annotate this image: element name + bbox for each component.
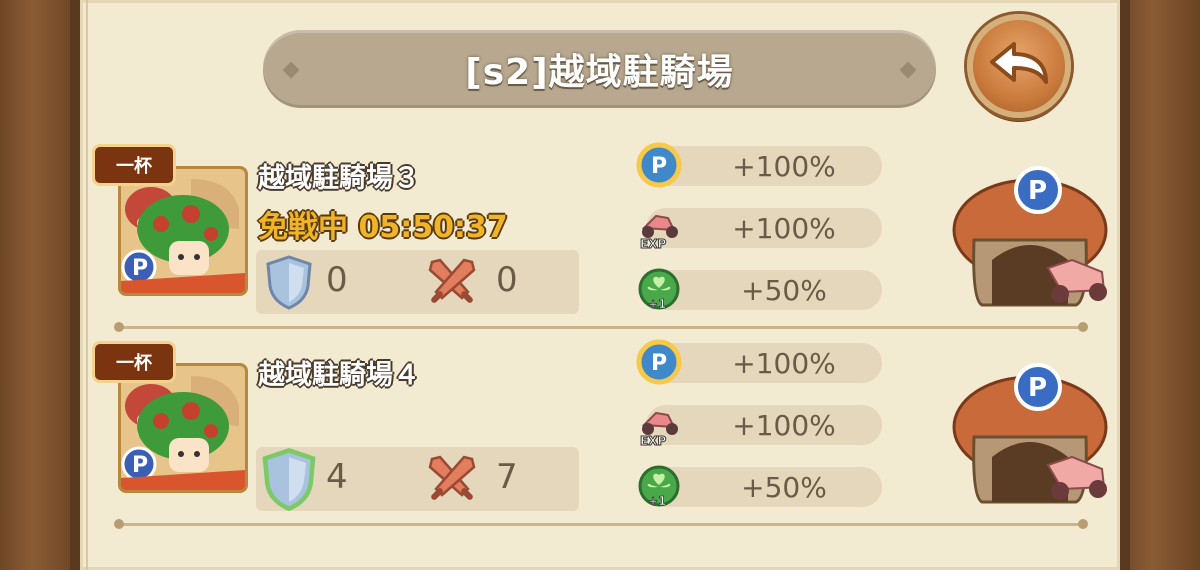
row-divider <box>114 519 1088 529</box>
crossed-swords-icon <box>428 455 476 500</box>
p-coin-icon: P <box>636 339 682 385</box>
defense-count: 0 <box>326 260 348 300</box>
exp-scooter-icon: EXP <box>640 214 678 252</box>
title-diamond-right <box>899 61 917 79</box>
rank-badge: 一杯 <box>92 144 176 186</box>
svg-text:EXP: EXP <box>640 434 666 448</box>
title-bar: [s2]越域駐騎場 <box>263 30 936 108</box>
shield-icon <box>262 448 316 511</box>
bonus-value: +100% <box>732 408 836 442</box>
bonus-value: +100% <box>732 346 836 380</box>
bonus-clover: +1 +50% <box>638 268 882 311</box>
back-button[interactable] <box>967 14 1071 118</box>
attack-count: 7 <box>496 457 518 497</box>
bonus-value: +100% <box>732 149 836 183</box>
right-wood-frame <box>1120 0 1200 570</box>
defense-count: 4 <box>326 457 348 497</box>
parking-panel: [s2]越域駐騎場 一杯 P 越域駐騎場３ 免戦中 05:50:37 0 0 P… <box>80 0 1120 570</box>
page-title: [s2]越域駐騎場 <box>465 52 734 93</box>
svg-text:+1: +1 <box>648 494 666 508</box>
svg-text:P: P <box>132 453 148 478</box>
svg-text:P: P <box>132 256 148 281</box>
parking-name: 越域駐騎場３ <box>258 163 420 194</box>
svg-text:P: P <box>1028 176 1047 206</box>
shield-icon <box>266 255 312 310</box>
left-wood-frame <box>0 0 80 570</box>
svg-text:P: P <box>651 351 667 376</box>
exp-scooter-icon: EXP <box>640 411 678 449</box>
stats-box: 0 0 <box>256 250 579 314</box>
attack-count: 0 <box>496 260 518 300</box>
clover-plus-one-icon: +1 <box>638 465 680 508</box>
bonus-value: +50% <box>741 273 827 307</box>
bonus-exp: EXP +100% <box>640 405 882 449</box>
parking-row-1[interactable]: 一杯 P 越域駐騎場３ 免戦中 05:50:37 0 0 P +100% EXP… <box>80 140 1120 332</box>
parking-row-2[interactable]: 一杯 P 越域駐騎場４ 4 7 P +100% EXP +100% +1 +50… <box>80 337 1120 529</box>
row-divider <box>114 322 1088 332</box>
svg-text:+1: +1 <box>648 297 666 311</box>
title-diamond-left <box>282 61 300 79</box>
mushroom-garage-icon: P <box>952 363 1108 504</box>
parking-name: 越域駐騎場４ <box>258 360 420 391</box>
svg-text:P: P <box>1028 373 1047 403</box>
bonus-value: +100% <box>732 211 836 245</box>
clover-plus-one-icon: +1 <box>638 268 680 311</box>
bonus-coin: P +100% <box>636 339 882 385</box>
p-coin-icon: P <box>636 142 682 188</box>
bonus-coin: P +100% <box>636 142 882 188</box>
svg-text:EXP: EXP <box>640 237 666 251</box>
bonus-exp: EXP +100% <box>640 208 882 252</box>
stats-box: 4 7 <box>256 447 579 511</box>
mushroom-garage-icon: P <box>952 166 1108 307</box>
back-arrow-icon <box>990 42 1048 84</box>
protection-timer: 免戦中 05:50:37 <box>258 210 508 245</box>
bonus-value: +50% <box>741 470 827 504</box>
bonus-clover: +1 +50% <box>638 465 882 508</box>
svg-text:P: P <box>651 154 667 179</box>
rank-badge: 一杯 <box>92 341 176 383</box>
crossed-swords-icon <box>428 258 476 303</box>
